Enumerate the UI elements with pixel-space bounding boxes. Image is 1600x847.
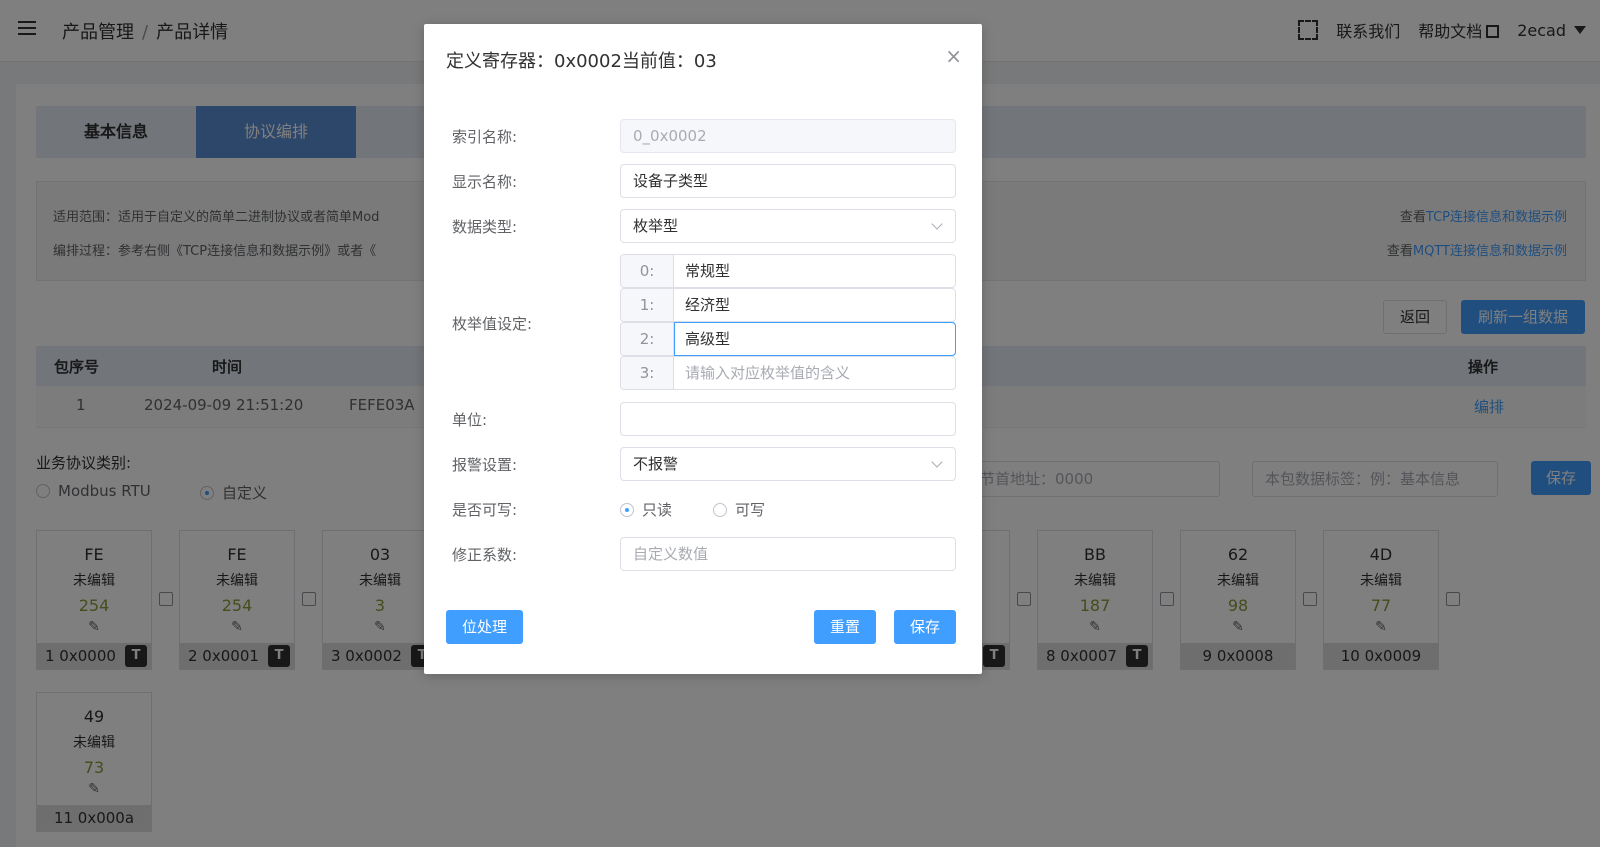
enum-key: 1: [621, 289, 674, 321]
radio-readonly-label: 只读 [642, 501, 673, 519]
enum-row-1[interactable]: 1: 经济型 [620, 288, 956, 322]
enum-key: 3: [621, 357, 674, 389]
radio-writable-circle [713, 502, 727, 517]
data-type-value: 枚举型 [633, 217, 679, 235]
index-name-input: 0_0x0002 [620, 119, 956, 153]
reset-button[interactable]: 重置 [814, 610, 877, 644]
register-dialog: 定义寄存器：0x0002当前值：03 × 索引名称: 0_0x0002 显示名称… [424, 24, 982, 674]
radio-readonly[interactable]: 只读 [620, 499, 672, 520]
enum-row-2[interactable]: 2: 高级型 [620, 322, 956, 356]
factor-label: 修正系数: [452, 546, 518, 564]
radio-writable-label: 可写 [735, 501, 766, 519]
writable-label: 是否可写: [452, 501, 518, 519]
enum-value[interactable]: 经济型 [685, 289, 730, 321]
unit-label: 单位: [452, 411, 488, 429]
display-name-input[interactable]: 设备子类型 [620, 164, 956, 198]
data-type-select[interactable]: 枚举型 [620, 209, 956, 243]
enum-value[interactable]: 常规型 [685, 255, 730, 287]
unit-input[interactable] [620, 402, 956, 436]
enum-key: 0: [621, 255, 674, 287]
alarm-label: 报警设置: [452, 456, 518, 474]
data-type-label: 数据类型: [452, 218, 518, 236]
enum-value-placeholder[interactable]: 请输入对应枚举值的含义 [685, 357, 850, 389]
enum-key: 2: [621, 323, 674, 355]
enum-row-0[interactable]: 0: 常规型 [620, 254, 956, 288]
chevron-down-icon [931, 218, 943, 230]
bit-process-button[interactable]: 位处理 [446, 610, 524, 644]
index-name-label: 索引名称: [452, 128, 518, 146]
close-icon[interactable]: × [945, 44, 962, 68]
enum-value[interactable]: 高级型 [685, 323, 730, 355]
dialog-title: 定义寄存器：0x0002当前值：03 [446, 51, 717, 72]
alarm-value: 不报警 [633, 455, 679, 473]
alarm-select[interactable]: 不报警 [620, 447, 956, 481]
chevron-down-icon [931, 456, 943, 468]
enum-setting-label: 枚举值设定: [452, 315, 533, 333]
enum-row-3[interactable]: 3: 请输入对应枚举值的含义 [620, 356, 956, 390]
save-button[interactable]: 保存 [894, 610, 957, 644]
radio-writable[interactable]: 可写 [713, 499, 765, 520]
factor-input[interactable]: 自定义数值 [620, 537, 956, 571]
display-name-label: 显示名称: [452, 173, 518, 191]
radio-readonly-circle [620, 502, 634, 517]
